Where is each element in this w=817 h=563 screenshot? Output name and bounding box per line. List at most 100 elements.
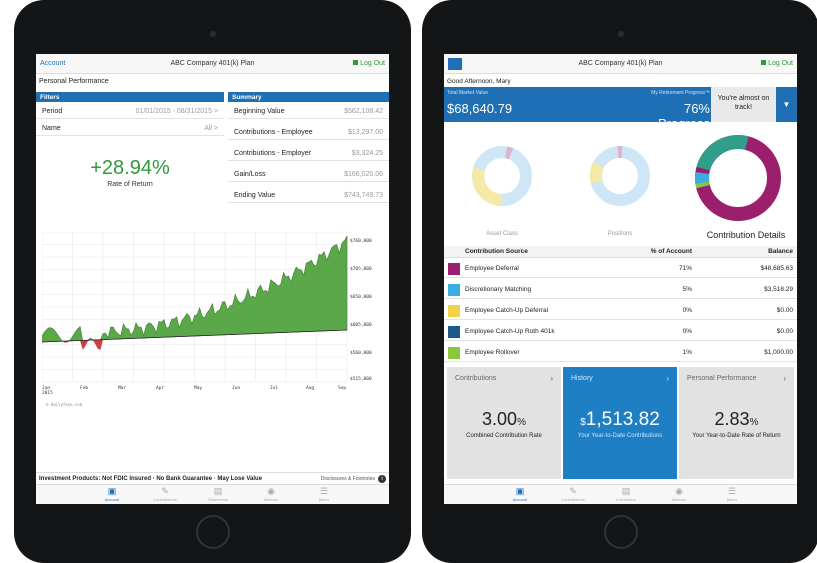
source-name: Employee Rollover [465, 349, 520, 356]
rate-of-return-label: Rate of Return [107, 181, 153, 188]
x-tick: May [194, 385, 202, 391]
personal-performance-card[interactable]: Personal Performance › 2.83% Your Year-t… [679, 367, 794, 479]
markets-icon: ◉ [267, 486, 275, 496]
home-button[interactable] [603, 515, 638, 549]
summary-value: $166,020.06 [344, 171, 383, 178]
source-percent: 0% [682, 307, 692, 314]
source-balance: $3,518.29 [764, 286, 793, 293]
tab-menu[interactable]: ☰ Menu [707, 486, 757, 504]
market-value: $68,640.79 [447, 101, 513, 116]
filter-label: Name [42, 125, 61, 132]
source-percent: 5% [682, 286, 692, 293]
tab-markets[interactable]: ◉ Markets [246, 486, 296, 504]
card-title: History [571, 375, 593, 382]
tab-investment[interactable]: ▤ Investment [601, 486, 651, 504]
donut-charts [472, 134, 782, 222]
x-tick: Jun [232, 385, 240, 391]
filter-row-name[interactable]: Name All > [36, 120, 224, 136]
card-value-number: 2.83 [714, 409, 750, 429]
greeting: Good Afternoon, Mary [447, 78, 511, 85]
card-value-unit: % [517, 417, 526, 428]
tab-account[interactable]: ▣ Account [87, 486, 137, 504]
filter-label: Period [42, 108, 63, 115]
summary-row: Beginning Value $562,108.42 [228, 103, 389, 119]
table-row[interactable]: Employee Catch-Up Deferral 0% $0.00 [444, 301, 797, 320]
card-value-number: 3.00 [482, 409, 518, 429]
card-subtitle: Combined Contribution Rate [466, 433, 542, 439]
y-tick: $650,000 [350, 294, 372, 300]
color-swatch [448, 326, 460, 338]
summary-label: Beginning Value [234, 108, 285, 115]
plan-title: ABC Company 401(k) Plan [578, 60, 663, 67]
y-tick: $760,000 [350, 238, 372, 244]
logout-link[interactable]: Log Out [761, 60, 793, 67]
tab-account[interactable]: ▣ Account [495, 486, 545, 504]
x-tick: Feb [80, 385, 88, 391]
investment-icon: ▤ [621, 486, 631, 496]
chevron-right-icon: › [783, 374, 786, 383]
table-row[interactable]: Employee Deferral 71% $48,685.63 [444, 259, 797, 278]
logout-label: Log Out [768, 60, 793, 67]
right-screen: ABC Company 401(k) Plan Log Out Good Aft… [444, 54, 797, 504]
camera [617, 31, 624, 37]
card-subtitle: Your Year-to-Date Contributions [577, 433, 663, 439]
performance-chart: $760,000 $705,000 $650,000 $605,000 $560… [42, 232, 372, 396]
logout-icon [353, 60, 359, 65]
tab-label: Statements [207, 497, 229, 502]
column-header: Balance [768, 248, 793, 255]
expand-dropdown-button[interactable]: ▼ [776, 87, 797, 122]
filter-row-period[interactable]: Period 01/01/2015 - 08/31/2015 > [36, 103, 224, 119]
disclaimer-bar: Investment Products: Not FDIC Insured · … [36, 472, 389, 484]
tab-label: Markets [671, 497, 687, 502]
asset-class-donut[interactable] [472, 146, 532, 206]
summary-value: $13,297.00 [347, 129, 383, 136]
card-subtitle: Your Year-to-Date Rate of Return [692, 433, 781, 439]
source-percent: 0% [682, 328, 692, 335]
source-name: Employee Catch-Up Roth 401k [465, 328, 555, 335]
source-name: Discretionary Matching [465, 286, 532, 293]
y-tick: $515,000 [350, 376, 372, 382]
contributions-card[interactable]: Contributions › 3.00% Combined Contribut… [447, 367, 561, 479]
table-row[interactable]: Employee Catch-Up Roth 401k 0% $0.00 [444, 322, 797, 341]
table-row[interactable]: Discretionary Matching 5% $3,518.29 [444, 280, 797, 299]
positions-donut[interactable] [590, 146, 650, 206]
contributions-icon: ✎ [569, 486, 577, 496]
tab-contributions[interactable]: ✎ Contributions [548, 486, 598, 504]
x-tick: Mar [118, 385, 126, 391]
contributions-icon: ✎ [161, 486, 169, 496]
tab-contributions[interactable]: ✎ Contributions [140, 486, 190, 504]
source-balance: $0.00 [776, 307, 793, 314]
summary-row: Ending Value $743,749.73 [228, 187, 389, 203]
disclaimer-text: Investment Products: Not FDIC Insured · … [39, 476, 263, 482]
menu-icon: ☰ [319, 486, 329, 496]
table-header: Contribution Source % of Account Balance [444, 246, 797, 258]
summary-value: $743,749.73 [344, 192, 383, 199]
left-tabbar: ▣ Account ✎ Contributions ▤ Statements ◉ Mar… [36, 484, 389, 504]
history-card[interactable]: History › $1,513.82 Your Year-to-Date Co… [563, 367, 677, 479]
contribution-details-donut[interactable] [694, 134, 782, 222]
table-row[interactable]: Employee Rollover 1% $1,000.00 [444, 343, 797, 362]
summary-heading: Summary [228, 92, 389, 102]
card-title: Personal Performance [687, 375, 757, 382]
column-header: Contribution Source [465, 248, 528, 255]
tab-markets[interactable]: ◉ Markets [654, 486, 704, 504]
tab-label: Markets [263, 497, 279, 502]
x-tick-year: 2015 [42, 390, 53, 396]
x-tick: Apr [156, 385, 164, 391]
column-header: % of Account [650, 248, 692, 255]
tab-menu[interactable]: ☰ Menu [299, 486, 349, 504]
color-swatch [448, 305, 460, 317]
markets-icon: ◉ [675, 486, 683, 496]
account-icon: ▣ [515, 486, 525, 496]
logout-link[interactable]: Log Out [353, 60, 385, 67]
x-tick: Aug [306, 385, 314, 391]
summary-row: Contributions - Employee $13,297.00 [228, 124, 389, 140]
summary-label: Gain/Loss [234, 171, 266, 178]
summary-row: Gain/Loss $166,020.06 [228, 166, 389, 182]
disclosures-link[interactable]: Disclosures & Footnotes [321, 476, 375, 482]
y-tick: $605,000 [350, 322, 372, 328]
tab-statements[interactable]: ▤ Statements [193, 486, 243, 504]
tab-label: Contributions [153, 497, 177, 502]
info-icon[interactable]: i [378, 475, 386, 483]
home-button[interactable] [195, 515, 230, 549]
